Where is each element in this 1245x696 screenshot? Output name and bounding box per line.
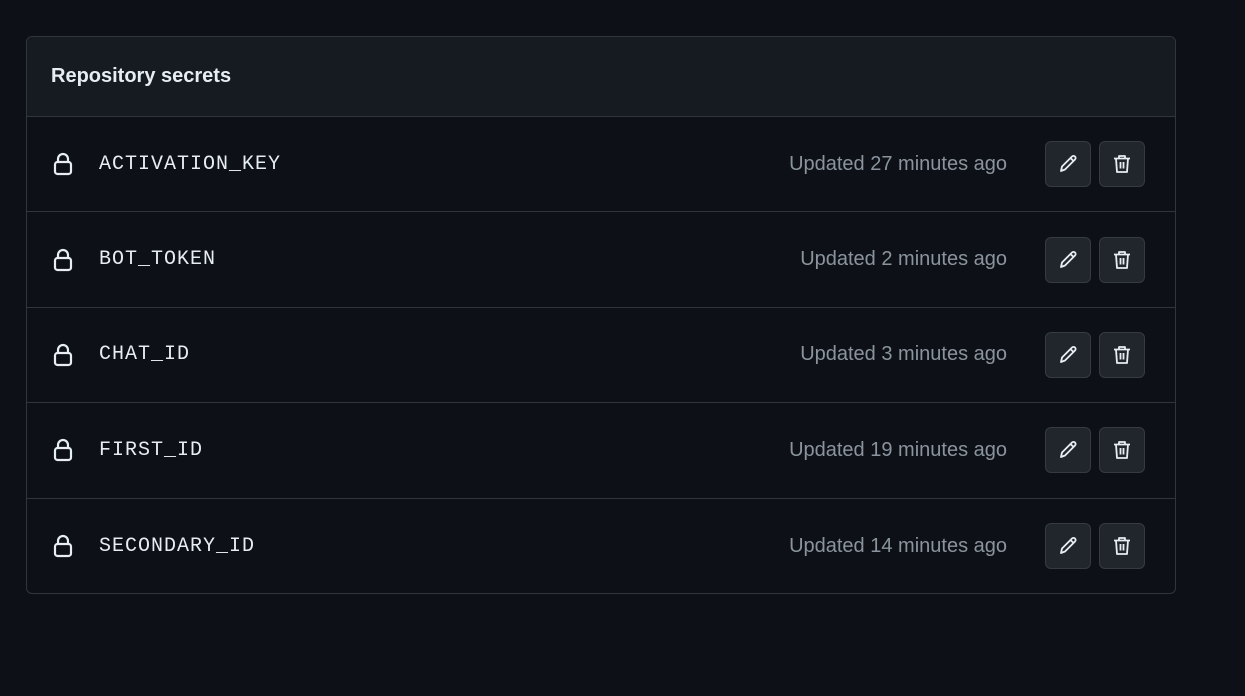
pencil-icon (1057, 535, 1079, 557)
edit-secret-button[interactable] (1045, 331, 1091, 378)
delete-secret-button[interactable] (1099, 427, 1145, 474)
secret-updated-time: Updated 3 minutes ago (800, 343, 1007, 366)
lock-icon (52, 343, 74, 367)
secret-name: ACTIVATION_KEY (99, 152, 282, 176)
edit-secret-button[interactable] (1045, 236, 1091, 283)
secret-updated-time: Updated 2 minutes ago (800, 248, 1007, 271)
lock-icon (52, 152, 74, 176)
pencil-icon (1057, 249, 1079, 271)
trash-icon (1111, 249, 1133, 271)
pencil-icon (1057, 153, 1079, 175)
pencil-icon (1057, 439, 1079, 461)
lock-icon (52, 248, 74, 272)
trash-icon (1111, 344, 1133, 366)
secret-row: BOT_TOKEN Updated 2 minutes ago (27, 212, 1175, 308)
panel-header: Repository secrets (27, 37, 1175, 117)
panel-title: Repository secrets (51, 65, 232, 87)
edit-secret-button[interactable] (1045, 141, 1091, 188)
secret-row: CHAT_ID Updated 3 minutes ago (27, 308, 1175, 404)
secret-name: FIRST_ID (99, 438, 204, 462)
pencil-icon (1057, 344, 1079, 366)
secret-updated-time: Updated 14 minutes ago (789, 534, 1007, 557)
secret-updated-time: Updated 19 minutes ago (789, 438, 1007, 461)
lock-icon (52, 438, 74, 462)
edit-secret-button[interactable] (1045, 523, 1091, 570)
edit-secret-button[interactable] (1045, 427, 1091, 474)
delete-secret-button[interactable] (1099, 523, 1145, 570)
secret-row: FIRST_ID Updated 19 minutes ago (27, 403, 1175, 499)
secret-name: SECONDARY_ID (99, 534, 256, 558)
delete-secret-button[interactable] (1099, 236, 1145, 283)
secret-name: CHAT_ID (99, 343, 191, 367)
trash-icon (1111, 535, 1133, 557)
secret-updated-time: Updated 27 minutes ago (789, 152, 1007, 175)
lock-icon (52, 534, 74, 558)
repository-secrets-panel: Repository secrets ACTIVATION_KEY Update… (26, 36, 1176, 594)
secret-row: SECONDARY_ID Updated 14 minutes ago (27, 499, 1175, 593)
delete-secret-button[interactable] (1099, 331, 1145, 378)
trash-icon (1111, 439, 1133, 461)
trash-icon (1111, 153, 1133, 175)
secret-row: ACTIVATION_KEY Updated 27 minutes ago (27, 117, 1175, 213)
secret-name: BOT_TOKEN (99, 248, 217, 272)
delete-secret-button[interactable] (1099, 141, 1145, 188)
